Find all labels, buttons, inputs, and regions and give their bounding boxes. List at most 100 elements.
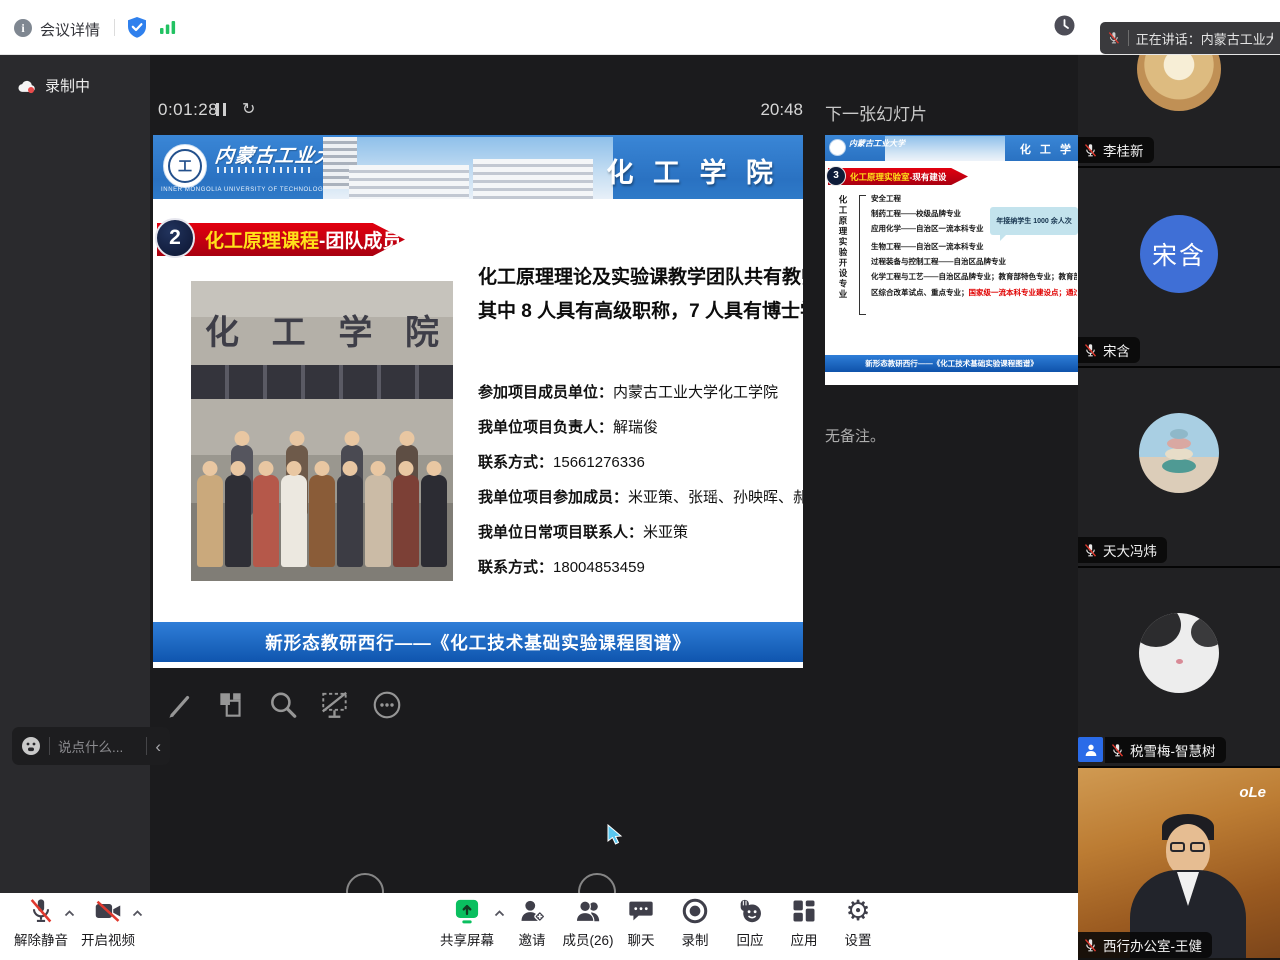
participant-name-tag: 李桂新 (1078, 137, 1154, 163)
slide-header-banner: 内蒙古工业大学 INNER MONGOLIA UNIVERSITY OF TEC… (153, 135, 803, 199)
pause-timer-button[interactable] (216, 103, 226, 116)
video-options-chevron[interactable] (132, 910, 143, 917)
mic-muted-icon (1107, 30, 1121, 46)
magnifier-icon (267, 689, 299, 721)
zoom-tool-button[interactable] (264, 685, 302, 725)
preview-university-logo (829, 139, 846, 156)
mic-muted-icon (1083, 543, 1098, 558)
building-sign-characters: 化工学院 (205, 305, 439, 354)
reset-timer-button[interactable] (242, 99, 255, 119)
participant-video-tile[interactable]: 宋含 宋含 (1078, 168, 1280, 368)
chat-input-placeholder[interactable]: 说点什么... (58, 736, 138, 756)
ellipsis-icon (371, 689, 403, 721)
annotation-toolbar (160, 685, 406, 725)
slide-number-badge: 2 (155, 218, 195, 258)
person-figure (281, 475, 307, 567)
chat-bubble-icon (627, 897, 655, 925)
topbar-divider (114, 19, 115, 36)
meeting-duration-clock-icon[interactable] (1054, 15, 1075, 36)
slide-info-lines: 参加项目成员单位：内蒙古工业大学化工学院 我单位项目负责人：解瑞俊 联系方式：1… (478, 375, 803, 585)
unmute-button[interactable]: 解除静音 (5, 897, 77, 957)
university-logo-emblem (168, 149, 202, 183)
participant-video-tile[interactable]: 天大冯炜 (1078, 368, 1280, 568)
preview-slide-number-badge: 3 (826, 166, 846, 186)
recording-label: 录制中 (45, 75, 90, 96)
recording-indicator[interactable]: 录制中 (16, 75, 90, 96)
participant-video-tile[interactable]: oLe 西行办公室-王健 (1078, 768, 1280, 958)
person-figure (197, 475, 223, 567)
chatpill-divider (146, 737, 147, 755)
team-group-photo: 化工学院 (191, 281, 453, 581)
school-name-title: 化 工 学 院 (606, 151, 779, 190)
participant-avatar: 宋含 (1140, 215, 1218, 293)
participant-name: 税雪梅-智慧树 (1130, 740, 1216, 760)
more-tools-button[interactable] (368, 685, 406, 725)
start-video-button[interactable]: 开启视频 (72, 897, 144, 957)
chat-quick-input[interactable]: 说点什么... ‹ (12, 727, 170, 765)
no-notes-label: 无备注。 (825, 425, 885, 446)
screen-share-stage: 0:01:28 20:48 内蒙古工业大学 INNER MONGOLIA UNI… (150, 55, 1078, 893)
info-value: 18004853459 (553, 559, 645, 576)
network-signal-icon[interactable] (160, 19, 176, 35)
record-cloud-icon (16, 77, 38, 95)
gear-icon (845, 897, 870, 925)
info-value: 解瑞俊 (613, 419, 658, 436)
preview-bracket (859, 195, 866, 315)
shared-slide: 内蒙古工业大学 INNER MONGOLIA UNIVERSITY OF TEC… (153, 135, 803, 668)
preview-callout: 年接纳学生 1000 余人次 (990, 207, 1078, 235)
participant-name: 李桂新 (1103, 140, 1144, 160)
info-value: 内蒙古工业大学化工学院 (613, 384, 778, 401)
mongolian-script-decoration (217, 167, 313, 173)
preview-vertical-label: 化工原理实验开设专业 (837, 195, 849, 325)
info-value: 米亚策、张瑶、孙映晖、郝建秀 (628, 489, 803, 506)
participant-name: 西行办公室-王健 (1103, 935, 1202, 955)
meeting-info-icon[interactable] (14, 19, 32, 37)
info-label: 我单位项目参加成员： (478, 489, 628, 506)
person-figure (225, 475, 251, 567)
security-shield-icon[interactable] (126, 16, 148, 39)
participant-video-feed: oLe (1078, 768, 1280, 958)
shapes-icon (215, 689, 247, 721)
participant-name: 天大冯炜 (1103, 540, 1157, 560)
share-screen-icon (453, 897, 481, 925)
settings-button[interactable]: 设置 (823, 897, 893, 957)
heading-line-2: 其中 8 人具有高级职称，7 人具有博士学位 (478, 295, 803, 329)
building-window-band (191, 365, 453, 399)
participant-avatar (1137, 55, 1221, 111)
info-label: 我单位日常项目联系人： (478, 524, 643, 541)
stop-share-button[interactable] (316, 685, 354, 725)
participant-video-tile[interactable]: 税雪梅-智慧树 (1078, 568, 1280, 768)
preview-item: 生物工程——自治区一流本科专业 (871, 241, 1077, 252)
person-icon (1083, 742, 1099, 758)
info-value: 15661276336 (553, 454, 645, 471)
info-label: 我单位项目负责人： (478, 419, 613, 436)
pen-tool-button[interactable] (160, 685, 198, 725)
participant-name-tag: 税雪梅-智慧树 (1105, 737, 1226, 763)
profile-person-badge (1078, 737, 1103, 762)
reaction-hand-icon (736, 897, 764, 925)
mic-muted-icon (1110, 743, 1125, 758)
person-figure (365, 475, 391, 567)
speakbar-divider (1128, 30, 1129, 46)
info-label: 参加项目成员单位： (478, 384, 613, 401)
emoji-smiley-icon[interactable] (21, 736, 41, 756)
mic-muted-icon (27, 897, 55, 925)
participant-name-tag: 西行办公室-王健 (1078, 932, 1212, 958)
collapse-chat-arrow[interactable]: ‹ (155, 738, 161, 755)
participant-avatar (1139, 613, 1219, 693)
speaking-status-bar: 正在讲话：内蒙古工业大学; (1100, 22, 1280, 54)
preview-item: 化学工程与工艺——自治区品牌专业；教育部特色专业；教育部卓越计划 (871, 271, 1077, 282)
share-screen-button[interactable]: 共享屏幕 (432, 897, 502, 957)
meeting-details-link[interactable]: 会议详情 (40, 19, 100, 40)
participant-avatar (1139, 413, 1219, 493)
participant-name: 宋含 (1103, 340, 1130, 360)
bottom-toolbar: 解除静音 开启视频 共享屏幕 邀请 (0, 893, 1078, 960)
invite-person-icon (518, 897, 546, 925)
info-label: 联系方式： (478, 559, 553, 576)
shapes-tool-button[interactable] (212, 685, 250, 725)
record-icon (681, 897, 709, 925)
slide-title-main: 化工原理课程 (205, 226, 319, 253)
participant-video-tile[interactable]: 李桂新 (1078, 55, 1280, 168)
campus-building-photo (323, 137, 613, 199)
preview-university-name: 内蒙古工业大学 (849, 138, 905, 149)
